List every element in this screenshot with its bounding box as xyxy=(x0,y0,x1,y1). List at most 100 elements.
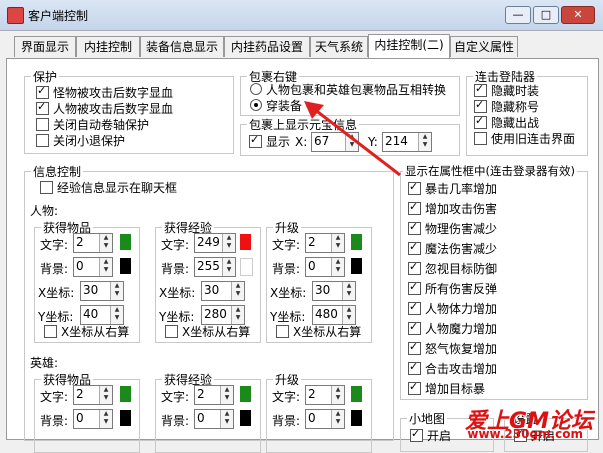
spin-arrows-icon[interactable]: ▲▼ xyxy=(342,306,355,324)
attr-item[interactable]: 合击攻击增加 xyxy=(408,360,497,376)
text-color-stepper[interactable]: 249 ▲ ▼ xyxy=(194,233,236,253)
checkbox[interactable] xyxy=(249,133,262,148)
checkbox[interactable] xyxy=(276,324,289,338)
text-color-stepper[interactable]: 2 ▲ ▼ xyxy=(305,385,345,405)
checkbox[interactable] xyxy=(36,84,49,99)
attr-item[interactable]: 增加目标暴 xyxy=(408,380,485,396)
close-button[interactable]: ✕ xyxy=(561,6,595,24)
spin-arrows-icon[interactable]: ▲▼ xyxy=(99,258,112,276)
tab-interface[interactable]: 界面显示 xyxy=(14,36,76,57)
bg-color-swatch[interactable] xyxy=(120,410,131,426)
x-from-right-checkbox[interactable]: X坐标从右算 xyxy=(276,323,361,339)
tab-custom-attr[interactable]: 自定义属性 xyxy=(450,36,518,57)
text-color-swatch[interactable] xyxy=(240,234,251,250)
spin-arrows-icon[interactable]: ▲▼ xyxy=(342,282,355,300)
tab-potion-settings[interactable]: 内挂药品设置 xyxy=(224,36,310,57)
radio[interactable] xyxy=(250,99,262,111)
spin-arrows-icon[interactable]: ▲▼ xyxy=(220,410,233,428)
checkbox[interactable] xyxy=(408,300,421,315)
bg-color-stepper[interactable]: 255 ▲ ▼ xyxy=(194,257,236,277)
protect-item[interactable]: 关闭小退保护 xyxy=(36,132,125,148)
checkbox[interactable] xyxy=(408,240,421,255)
attr-item[interactable]: 怒气恢复增加 xyxy=(408,340,497,356)
tab-weather[interactable]: 天气系统 xyxy=(310,36,368,57)
bg-color-swatch[interactable] xyxy=(351,410,362,426)
checkbox[interactable] xyxy=(408,280,421,295)
text-color-swatch[interactable] xyxy=(240,386,251,402)
checkbox[interactable] xyxy=(36,100,49,115)
text-color-swatch[interactable] xyxy=(120,234,131,250)
protect-item[interactable]: 关闭自动卷轴保护 xyxy=(36,116,149,132)
checkbox[interactable] xyxy=(408,260,421,275)
spin-arrows-icon[interactable]: ▲▼ xyxy=(331,410,344,428)
text-color-swatch[interactable] xyxy=(351,386,362,402)
spin-arrows-icon[interactable]: ▲▼ xyxy=(418,133,431,151)
attr-item[interactable]: 增加攻击伤害 xyxy=(408,200,497,216)
bg-color-swatch[interactable] xyxy=(120,258,131,274)
spin-arrows-icon[interactable]: ▲▼ xyxy=(222,258,235,276)
text-color-stepper[interactable]: 2 ▲ ▼ xyxy=(194,385,234,405)
spin-arrows-icon[interactable]: ▲▼ xyxy=(331,386,344,404)
protect-item[interactable]: 人物被攻击后数字显血 xyxy=(36,100,173,116)
tab-equip-info[interactable]: 装备信息显示 xyxy=(140,36,224,57)
checkbox[interactable] xyxy=(410,427,423,442)
spin-arrows-icon[interactable]: ▲▼ xyxy=(99,234,112,252)
x-from-right-checkbox[interactable]: X坐标从右算 xyxy=(44,323,129,339)
attr-item[interactable]: 物理伤害减少 xyxy=(408,220,497,236)
tab-plugin-control[interactable]: 内挂控制 xyxy=(76,36,140,57)
spin-arrows-icon[interactable]: ▲▼ xyxy=(231,282,244,300)
checkbox[interactable] xyxy=(44,324,57,338)
tab-plugin-control-2[interactable]: 内挂控制(二) xyxy=(368,34,450,58)
checkbox[interactable] xyxy=(36,117,49,131)
checkbox[interactable] xyxy=(408,320,421,335)
x-coord-stepper[interactable]: 30 ▲ ▼ xyxy=(312,281,356,301)
exp-chat-checkbox[interactable]: 经验信息显示在聊天框 xyxy=(40,179,177,195)
x-from-right-checkbox[interactable]: X坐标从右算 xyxy=(165,323,250,339)
minimize-button[interactable]: — xyxy=(505,6,531,24)
attr-item[interactable]: 人物魔力增加 xyxy=(408,320,497,336)
text-color-swatch[interactable] xyxy=(351,234,362,250)
text-color-swatch[interactable] xyxy=(120,386,131,402)
x-coord-stepper[interactable]: 30 ▲ ▼ xyxy=(80,281,124,301)
checkbox[interactable] xyxy=(165,324,178,338)
combo-item[interactable]: 使用旧连击界面 xyxy=(474,130,575,146)
attr-item[interactable]: 暴击几率增加 xyxy=(408,180,497,196)
checkbox[interactable] xyxy=(474,82,487,97)
text-color-stepper[interactable]: 2 ▲ ▼ xyxy=(305,233,345,253)
text-color-stepper[interactable]: 2 ▲ ▼ xyxy=(73,385,113,405)
bag-show-checkbox[interactable]: 显示 xyxy=(249,133,290,149)
checkbox[interactable] xyxy=(474,131,487,145)
text-color-stepper[interactable]: 2 ▲ ▼ xyxy=(73,233,113,253)
attr-item[interactable]: 人物体力增加 xyxy=(408,300,497,316)
checkbox[interactable] xyxy=(408,340,421,355)
attr-item[interactable]: 魔法伤害减少 xyxy=(408,240,497,256)
checkbox[interactable] xyxy=(40,180,53,194)
combo-item[interactable]: 隐藏称号 xyxy=(474,98,539,114)
bag-right-option[interactable]: 穿装备 xyxy=(250,97,302,113)
bg-color-swatch[interactable] xyxy=(351,258,362,274)
spin-arrows-icon[interactable]: ▲▼ xyxy=(99,386,112,404)
bg-color-swatch[interactable] xyxy=(240,410,251,426)
combo-item[interactable]: 隐藏时装 xyxy=(474,82,539,98)
checkbox[interactable] xyxy=(408,200,421,215)
bg-color-swatch[interactable] xyxy=(240,258,253,276)
attr-item[interactable]: 忽视目标防御 xyxy=(408,260,497,276)
checkbox[interactable] xyxy=(474,98,487,113)
x-coord-stepper[interactable]: 30 ▲ ▼ xyxy=(201,281,245,301)
radio[interactable] xyxy=(250,83,262,95)
bg-color-stepper[interactable]: 0 ▲ ▼ xyxy=(305,257,345,277)
spin-arrows-icon[interactable]: ▲▼ xyxy=(110,282,123,300)
spin-arrows-icon[interactable]: ▲▼ xyxy=(231,306,244,324)
combo-item[interactable]: 隐藏出战 xyxy=(474,114,539,130)
checkbox[interactable] xyxy=(36,133,49,147)
spin-arrows-icon[interactable]: ▲▼ xyxy=(222,234,235,252)
spin-arrows-icon[interactable]: ▲▼ xyxy=(331,258,344,276)
spin-arrows-icon[interactable]: ▲▼ xyxy=(99,410,112,428)
attr-item[interactable]: 所有伤害反弹 xyxy=(408,280,497,296)
checkbox[interactable] xyxy=(408,360,421,375)
bg-color-stepper[interactable]: 0 ▲ ▼ xyxy=(73,409,113,429)
spin-arrows-icon[interactable]: ▲▼ xyxy=(220,386,233,404)
checkbox[interactable] xyxy=(408,220,421,235)
bg-color-stepper[interactable]: 0 ▲ ▼ xyxy=(73,257,113,277)
bg-color-stepper[interactable]: 0 ▲ ▼ xyxy=(305,409,345,429)
